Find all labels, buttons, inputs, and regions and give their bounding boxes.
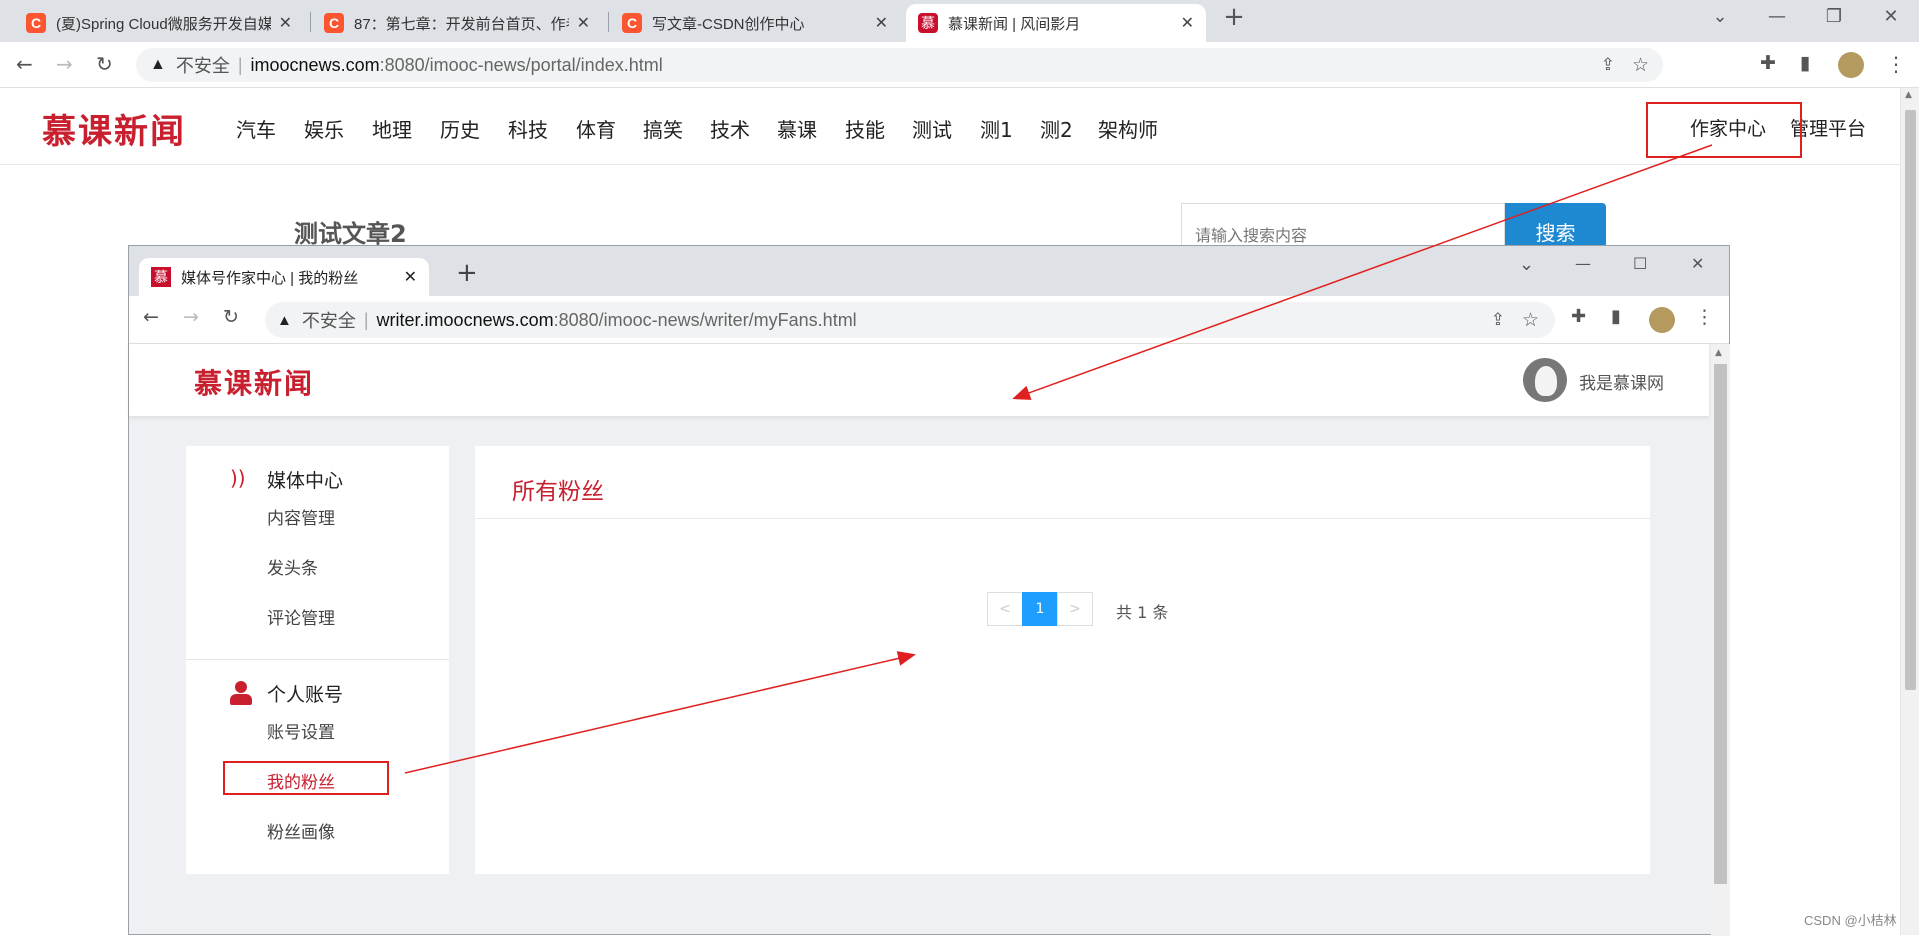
arrow-writer-center-to-page — [1012, 144, 1713, 400]
arrow-my-fans-to-content — [404, 651, 916, 774]
annotation-arrows — [404, 144, 1713, 774]
watermark: CSDN @小桔林 — [1804, 913, 1897, 928]
